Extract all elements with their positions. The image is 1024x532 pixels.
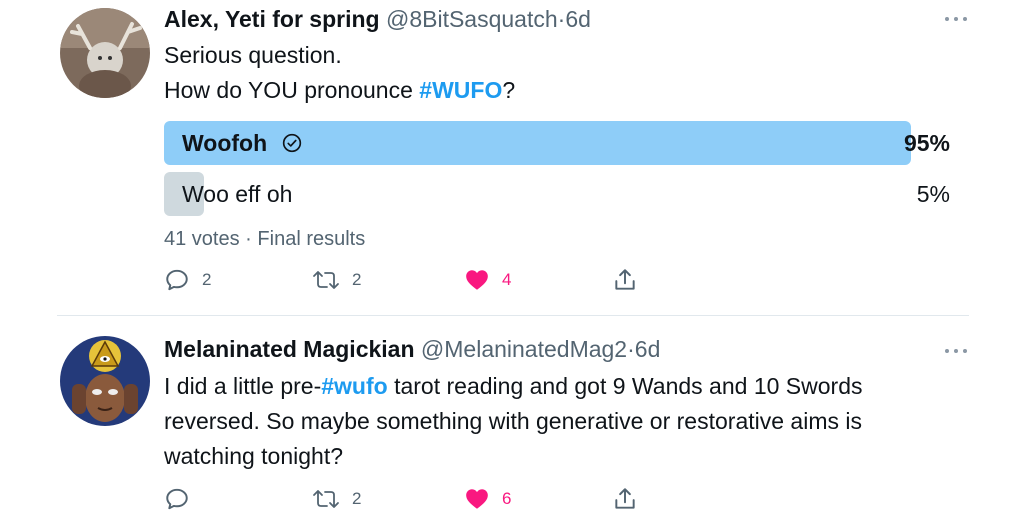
tweet-1[interactable]: Alex, Yeti for spring @8BitSasquatch·6d …: [0, 0, 1024, 315]
check-circle-icon: [282, 133, 301, 153]
hashtag-link[interactable]: #wufo: [321, 373, 387, 399]
author-handle[interactable]: @MelaninatedMag2: [421, 336, 627, 362]
author-handle[interactable]: @8BitSasquatch: [386, 6, 558, 32]
poll-option: Woo eff oh 5%: [164, 172, 950, 216]
share-icon: [615, 269, 635, 290]
retweet-count: 2: [352, 489, 362, 508]
like-icon: [466, 270, 488, 290]
poll-option-percent: 5%: [916, 181, 950, 207]
tweet-header: Melaninated Magickian @MelaninatedMag2·6…: [164, 336, 660, 363]
retweet-icon: [313, 271, 339, 289]
reply-button[interactable]: 2: [164, 265, 211, 295]
more-icon[interactable]: [945, 14, 967, 24]
author-name[interactable]: Melaninated Magickian: [164, 336, 415, 362]
reply-icon: [166, 269, 188, 291]
timestamp[interactable]: 6d: [635, 336, 661, 362]
like-count: 4: [502, 270, 512, 289]
reply-button[interactable]: [164, 484, 202, 514]
hashtag-link[interactable]: #WUFO: [419, 77, 502, 103]
tweet-text: I did a little pre-#wufo tarot reading a…: [164, 369, 862, 474]
like-count: 6: [502, 489, 512, 508]
tweet-text-line: I did a little pre-#wufo tarot reading a…: [164, 369, 862, 404]
separator-dot: ·: [627, 336, 635, 362]
poll-option-winner: Woofoh 95%: [164, 121, 950, 165]
like-button[interactable]: 6: [464, 484, 511, 514]
action-bar: 2 2 4: [164, 265, 664, 295]
text-fragment: How do YOU pronounce: [164, 77, 420, 103]
author-name[interactable]: Alex, Yeti for spring: [164, 6, 380, 32]
tweet-2[interactable]: Melaninated Magickian @MelaninatedMag2·6…: [0, 316, 1024, 532]
tweet-text-line: How do YOU pronounce #WUFO?: [164, 73, 515, 108]
poll-option-percent: 95%: [903, 130, 950, 156]
tweet-text-line: watching tonight?: [164, 443, 344, 469]
poll-option-label: Woo eff oh: [182, 181, 293, 207]
poll-option-text: Woofoh: [182, 130, 268, 156]
like-button[interactable]: 4: [464, 265, 511, 295]
share-button[interactable]: [612, 265, 638, 295]
action-bar: 2 6: [164, 484, 664, 514]
avatar[interactable]: [60, 336, 150, 426]
poll-meta: 41 votes · Final results: [164, 228, 365, 251]
tweet-text-line: Serious question.: [164, 42, 342, 68]
tweet-text-line: reversed. So maybe something with genera…: [164, 408, 862, 434]
text-fragment: tarot reading and got 9 Wands and 10 Swo…: [387, 373, 863, 399]
text-fragment: I did a little pre-: [164, 373, 322, 399]
poll-status: Final results: [257, 228, 366, 250]
avatar[interactable]: [60, 8, 150, 98]
separator-dot: ·: [245, 228, 252, 250]
reply-count: 2: [202, 270, 212, 289]
poll-option-label: Woofoh: [182, 121, 302, 165]
share-button[interactable]: [612, 484, 638, 514]
timestamp[interactable]: 6d: [565, 6, 591, 32]
poll-votes: 41 votes: [164, 228, 240, 250]
retweet-count: 2: [352, 270, 362, 289]
tweet-text: Serious question. How do YOU pronounce #…: [164, 38, 515, 108]
reply-icon: [166, 488, 188, 510]
share-icon: [615, 488, 635, 509]
like-icon: [466, 489, 488, 509]
retweet-button[interactable]: 2: [312, 484, 361, 514]
retweet-icon: [313, 490, 339, 508]
text-fragment: ?: [502, 77, 516, 103]
retweet-button[interactable]: 2: [312, 265, 361, 295]
tweet-header: Alex, Yeti for spring @8BitSasquatch·6d: [164, 6, 591, 33]
more-icon[interactable]: [945, 346, 967, 356]
